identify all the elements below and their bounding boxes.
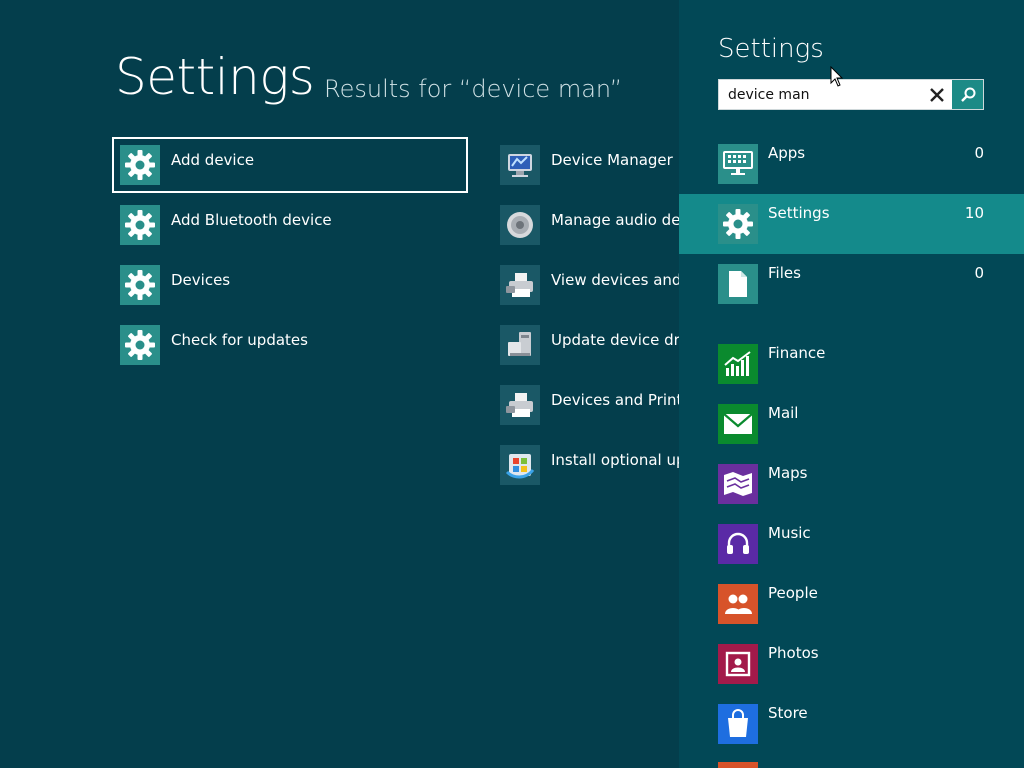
result-label: Add Bluetooth device — [171, 211, 332, 229]
app-people[interactable]: People — [679, 574, 1024, 634]
clear-search-button[interactable] — [924, 82, 950, 108]
app-music[interactable]: Music — [679, 514, 1024, 574]
result-label: Install optional updates — [551, 451, 679, 469]
gear-icon — [120, 145, 160, 185]
device-manager-icon — [500, 145, 540, 185]
scope-settings[interactable]: Settings 10 — [679, 194, 1024, 254]
result-label: Update device drivers — [551, 331, 679, 349]
result-devices-and-printers[interactable]: Devices and Printers — [494, 379, 679, 431]
result-check-for-updates[interactable]: Check for updates — [114, 319, 466, 371]
headphones-icon — [718, 524, 758, 564]
app-photos[interactable]: Photos — [679, 634, 1024, 694]
search-input[interactable] — [719, 80, 919, 109]
result-label: Device Manager — [551, 151, 673, 169]
scope-label: Files — [768, 264, 801, 282]
app-label: Store — [768, 704, 808, 722]
speaker-icon — [500, 205, 540, 245]
gear-icon — [120, 325, 160, 365]
result-manage-audio-devices[interactable]: Manage audio devices — [494, 199, 679, 251]
windows-update-icon — [500, 445, 540, 485]
page-title: Settings — [115, 48, 315, 106]
mouse-cursor — [830, 65, 844, 92]
printer-icon — [500, 385, 540, 425]
printer-icon — [500, 265, 540, 305]
result-label: Add device — [171, 151, 255, 169]
cursor-arrow-icon — [830, 65, 844, 87]
results-area: Settings Results for “device man” Add de… — [0, 0, 679, 768]
people-icon — [718, 584, 758, 624]
close-icon — [930, 88, 944, 102]
result-add-bluetooth-device[interactable]: Add Bluetooth device — [114, 199, 466, 251]
search-button[interactable] — [952, 80, 983, 109]
result-update-device-drivers[interactable]: Update device drivers — [494, 319, 679, 371]
result-device-manager[interactable]: Device Manager — [494, 139, 673, 191]
app-maps[interactable]: Maps — [679, 454, 1024, 514]
start-screen: Settings Results for “device man” Add de… — [0, 0, 1024, 768]
scope-files[interactable]: Files 0 — [679, 254, 1024, 314]
results-for-label: Results for “device man” — [324, 75, 623, 103]
app-label: Photos — [768, 644, 819, 662]
mail-icon — [718, 404, 758, 444]
result-label: Manage audio devices — [551, 211, 679, 229]
file-icon — [718, 264, 758, 304]
gear-icon — [120, 205, 160, 245]
result-devices[interactable]: Devices — [114, 259, 466, 311]
device-driver-icon — [500, 325, 540, 365]
result-label: Devices and Printers — [551, 391, 679, 409]
result-view-devices-and-printers[interactable]: View devices and printers — [494, 259, 679, 311]
result-add-device[interactable]: Add device — [112, 137, 468, 193]
app-finance[interactable]: Finance — [679, 334, 1024, 394]
result-install-optional-updates[interactable]: Install optional updates — [494, 439, 679, 491]
scope-apps[interactable]: Apps 0 — [679, 134, 1024, 194]
next-app-tile[interactable] — [718, 762, 758, 768]
search-box — [718, 79, 984, 110]
keyboard-icon — [718, 144, 758, 184]
shopping-bag-icon — [718, 704, 758, 744]
app-mail[interactable]: Mail — [679, 394, 1024, 454]
scope-label: Settings — [768, 204, 830, 222]
search-pane: Settings Apps 0 Settings 10 — [679, 0, 1024, 768]
app-store[interactable]: Store — [679, 694, 1024, 754]
scope-count: 10 — [964, 204, 984, 222]
finance-chart-icon — [718, 344, 758, 384]
app-label: Music — [768, 524, 811, 542]
gear-icon — [120, 265, 160, 305]
scope-count: 0 — [974, 264, 984, 282]
map-icon — [718, 464, 758, 504]
pane-title: Settings — [718, 34, 824, 64]
photo-icon — [718, 644, 758, 684]
result-label: View devices and printers — [551, 271, 679, 289]
app-label: People — [768, 584, 818, 602]
result-label: Check for updates — [171, 331, 308, 349]
app-label: Maps — [768, 464, 808, 482]
scope-count: 0 — [974, 144, 984, 162]
result-label: Devices — [171, 271, 231, 289]
app-label: Finance — [768, 344, 826, 362]
search-icon — [960, 87, 975, 102]
scope-label: Apps — [768, 144, 806, 162]
app-label: Mail — [768, 404, 799, 422]
gear-icon — [718, 204, 758, 244]
